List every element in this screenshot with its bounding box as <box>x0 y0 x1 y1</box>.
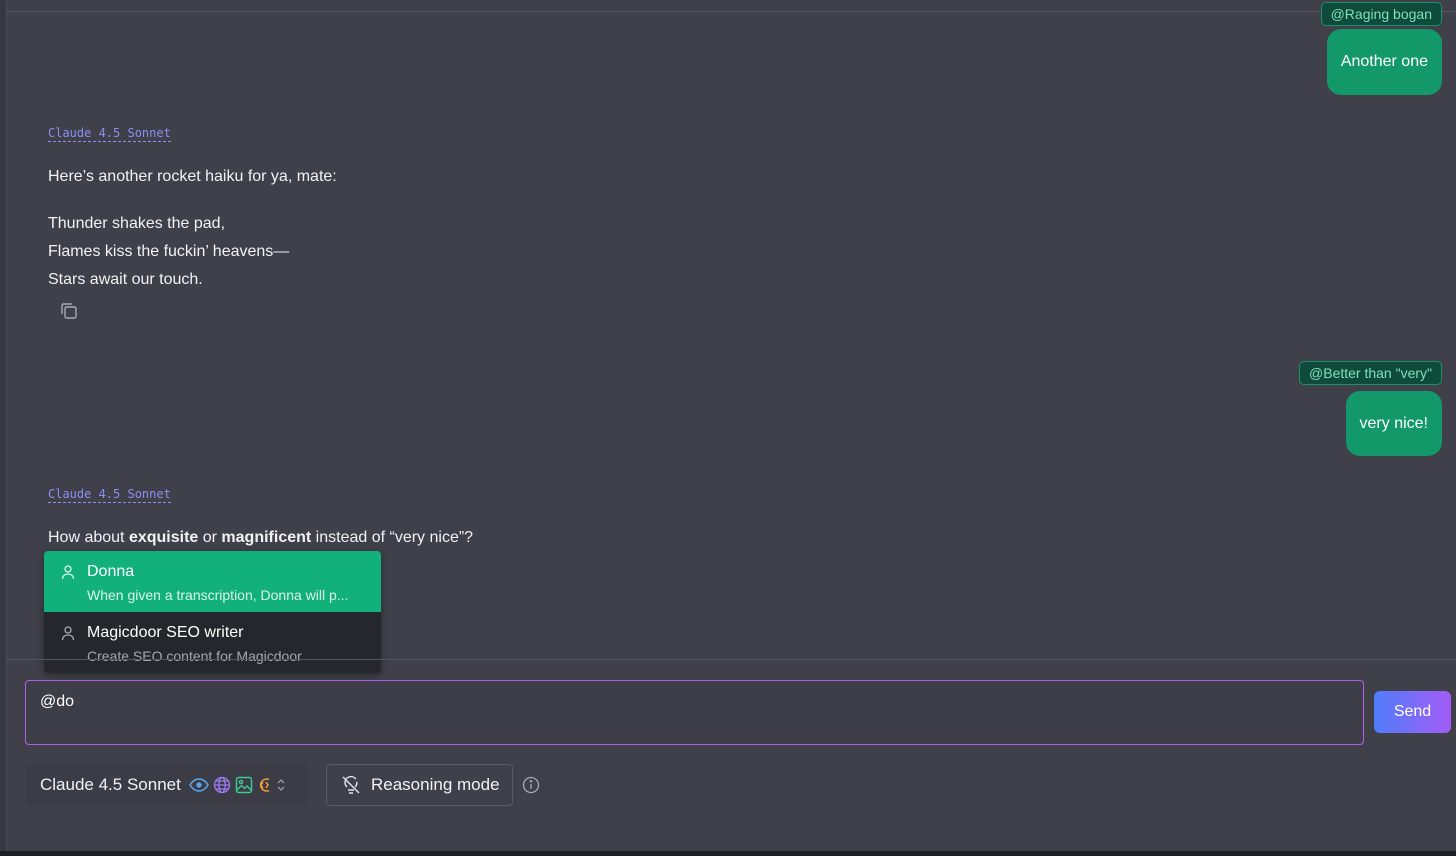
mention-option-donna[interactable]: Donna When given a transcription, Donna … <box>44 551 381 612</box>
mention-description: When given a transcription, Donna will p… <box>87 587 349 603</box>
mention-menu: Donna When given a transcription, Donna … <box>44 551 381 673</box>
window-left-edge <box>0 0 7 856</box>
user-icon <box>60 564 76 580</box>
assistant-message-text: How about exquisite or magnificent inste… <box>48 529 473 547</box>
persona-tag: @Raging bogan <box>1320 2 1442 26</box>
persona-tag: @Better than "very" <box>1299 361 1442 385</box>
bold-word: exquisite <box>128 529 199 546</box>
assistant-message-intro: Here’s another rocket haiku for ya, mate… <box>48 168 337 185</box>
user-message-bubble: Another one <box>1326 29 1442 95</box>
reasoning-mode-label: Reasoning mode <box>371 775 500 794</box>
user-message-bubble: very nice! <box>1345 391 1442 456</box>
haiku-line: Stars await our touch. <box>48 271 203 288</box>
info-icon[interactable] <box>522 776 540 794</box>
globe-icon <box>213 776 230 794</box>
code-icon <box>259 778 270 792</box>
mention-name: Donna <box>87 563 135 580</box>
message-input[interactable]: @do <box>25 680 1364 745</box>
lightbulb-off-icon <box>342 775 360 794</box>
haiku-line: Flames kiss the fuckin’ heavens— <box>48 243 290 260</box>
mention-name: Magicdoor SEO writer <box>87 624 244 641</box>
mention-option-magicdoor-seo-writer[interactable]: Magicdoor SEO writer Create SEO content … <box>44 612 381 673</box>
text-span: or <box>198 529 222 546</box>
bold-word: magnificent <box>221 529 312 546</box>
haiku-line: Thunder shakes the pad, <box>48 215 226 232</box>
chevron-updown-icon <box>277 779 285 791</box>
send-button[interactable]: Send <box>1374 691 1451 733</box>
reasoning-mode-toggle[interactable]: Reasoning mode <box>326 764 513 806</box>
model-selector-label: Claude 4.5 Sonnet <box>40 775 181 794</box>
eye-icon <box>188 778 209 792</box>
mention-description: Create SEO content for Magicdoor <box>87 648 302 664</box>
top-divider <box>6 11 1456 12</box>
user-icon <box>60 625 76 641</box>
text-span: instead of “very nice”? <box>311 529 474 546</box>
composer-divider <box>6 659 1456 660</box>
text-span: How about <box>48 529 129 546</box>
model-selector[interactable]: Claude 4.5 Sonnet <box>26 764 308 806</box>
model-label[interactable]: Claude 4.5 Sonnet <box>48 487 171 503</box>
copy-icon[interactable] <box>58 300 80 322</box>
model-label[interactable]: Claude 4.5 Sonnet <box>48 126 171 142</box>
bottom-edge <box>0 851 1456 856</box>
image-icon <box>235 776 253 794</box>
